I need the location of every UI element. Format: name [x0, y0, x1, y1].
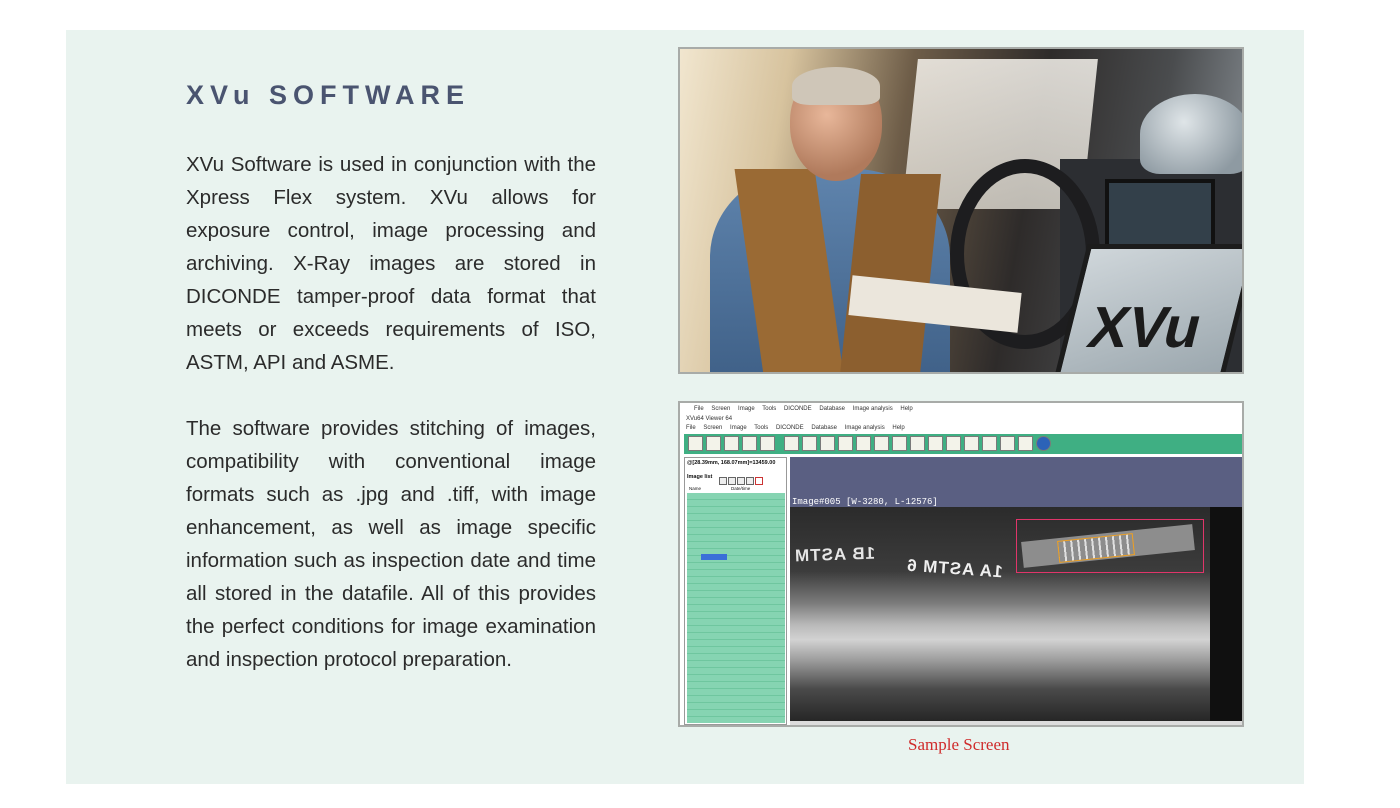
outer-menu-analysis: Image analysis	[852, 406, 893, 412]
dash-screen	[1105, 179, 1215, 249]
export-icon	[760, 436, 775, 451]
reply-icon	[1018, 436, 1033, 451]
grid-small-icon	[746, 477, 754, 485]
list-column-headers: Name Date/time	[687, 486, 785, 492]
sample-screen-caption: Sample Screen	[908, 735, 1010, 754]
outer-menubar: File Screen Image Tools DICONDE Database…	[694, 406, 919, 412]
play-icon	[742, 436, 757, 451]
image-list-label: Image list	[687, 474, 713, 480]
hand-icon	[820, 436, 835, 451]
outer-menu-image: Image	[738, 406, 755, 412]
grid-icon	[802, 436, 817, 451]
outer-menu-screen: Screen	[711, 406, 731, 412]
window-title: XVu64 Viewer 64	[686, 416, 733, 422]
intro-paragraph: XVu Software is used in conjunction with…	[186, 153, 596, 374]
snr-icon	[874, 436, 889, 451]
report-icon	[1000, 436, 1015, 451]
menu-tools: Tools	[754, 425, 769, 431]
lead-marker-left: 1B ASTM	[793, 543, 876, 566]
column-name: Name	[689, 486, 702, 491]
region-selection-box	[1016, 519, 1204, 573]
horizontal-scrollbar	[790, 721, 1242, 725]
menu-file: File	[686, 425, 696, 431]
sync-icon	[737, 477, 745, 485]
hard-hat	[1140, 94, 1242, 174]
column-datetime: Date/time	[731, 486, 751, 491]
measure-icon	[910, 436, 925, 451]
inner-menubar: File Screen Image Tools DICONDE Database…	[686, 425, 911, 431]
outer-menu-database: Database	[819, 406, 845, 412]
outer-menu-diconde: DICONDE	[783, 406, 812, 412]
sample-screen-image: File Screen Image Tools DICONDE Database…	[678, 401, 1244, 727]
database-icon	[946, 436, 961, 451]
toolbar	[684, 434, 1242, 454]
menu-database: Database	[811, 425, 837, 431]
selected-row	[701, 554, 727, 560]
man-hair	[792, 67, 880, 105]
pencil-icon	[856, 436, 871, 451]
delete-icon	[755, 477, 763, 485]
gear-icon	[784, 436, 799, 451]
laptop-logo: XVu	[1081, 295, 1209, 360]
outer-menu-tools: Tools	[762, 406, 777, 412]
image-info-label: Image#005 [W-3280, L-12576]	[792, 497, 938, 507]
coordinate-readout: @[28.39mm, 168.07mm]=13459.00	[687, 460, 776, 466]
back-icon	[719, 477, 727, 485]
menu-image: Image	[730, 425, 747, 431]
outer-menu-help: Help	[900, 406, 913, 412]
menu-analysis: Image analysis	[844, 425, 885, 431]
xray-edge	[1210, 507, 1242, 721]
chart-icon	[928, 436, 943, 451]
warning-icon	[724, 436, 739, 451]
menu-diconde: DICONDE	[775, 425, 804, 431]
outer-menu-file: File	[694, 406, 704, 412]
page-title: XVu SOFTWARE	[186, 80, 471, 110]
inspector-photo: XVu	[678, 47, 1244, 374]
refresh-icon	[964, 436, 979, 451]
menu-help: Help	[892, 425, 905, 431]
help-icon	[1036, 436, 1051, 451]
image-list-rows	[687, 493, 785, 723]
open-folder-icon	[706, 436, 721, 451]
tools-icon	[982, 436, 997, 451]
menu-screen: Screen	[703, 425, 723, 431]
new-file-icon	[688, 436, 703, 451]
image-list-pane: @[28.39mm, 168.07mm]=13459.00 Image list…	[684, 457, 787, 725]
image-view-pane: Image#005 [W-3280, L-12576] 1B ASTM 1A A…	[790, 457, 1242, 725]
magnifier-icon	[892, 436, 907, 451]
wand-icon	[838, 436, 853, 451]
features-paragraph: The software provides stitching of image…	[186, 417, 596, 671]
copy-icon	[728, 477, 736, 485]
